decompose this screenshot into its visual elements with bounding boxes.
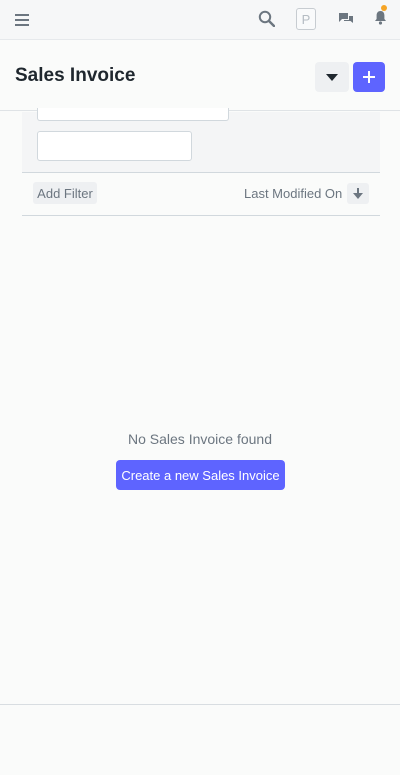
add-filter-button[interactable]: Add Filter xyxy=(33,182,97,204)
filter-field-1[interactable] xyxy=(37,108,229,121)
chat-icon[interactable] xyxy=(336,9,356,29)
page-title: Sales Invoice xyxy=(15,65,136,86)
bell-icon[interactable] xyxy=(370,6,390,28)
hamburger-icon[interactable] xyxy=(11,10,33,30)
plus-icon xyxy=(363,71,375,83)
avatar[interactable]: P xyxy=(296,8,316,30)
page-header: Sales Invoice xyxy=(0,41,400,111)
filter-field-2[interactable] xyxy=(37,131,192,161)
footer-divider xyxy=(0,704,400,705)
caret-down-icon xyxy=(326,73,338,81)
sort-order-button[interactable] xyxy=(347,183,369,204)
menu-dropdown-button[interactable] xyxy=(315,62,349,92)
empty-state-message: No Sales Invoice found xyxy=(128,431,272,447)
top-navbar: P xyxy=(0,0,400,40)
search-icon[interactable] xyxy=(256,8,276,28)
avatar-letter: P xyxy=(301,11,311,27)
add-new-button[interactable] xyxy=(353,62,385,92)
notification-dot xyxy=(381,5,387,11)
sort-by-selector[interactable]: Last Modified On xyxy=(244,186,342,201)
create-new-button[interactable]: Create a new Sales Invoice xyxy=(116,460,285,490)
sort-descending-icon xyxy=(353,188,363,199)
